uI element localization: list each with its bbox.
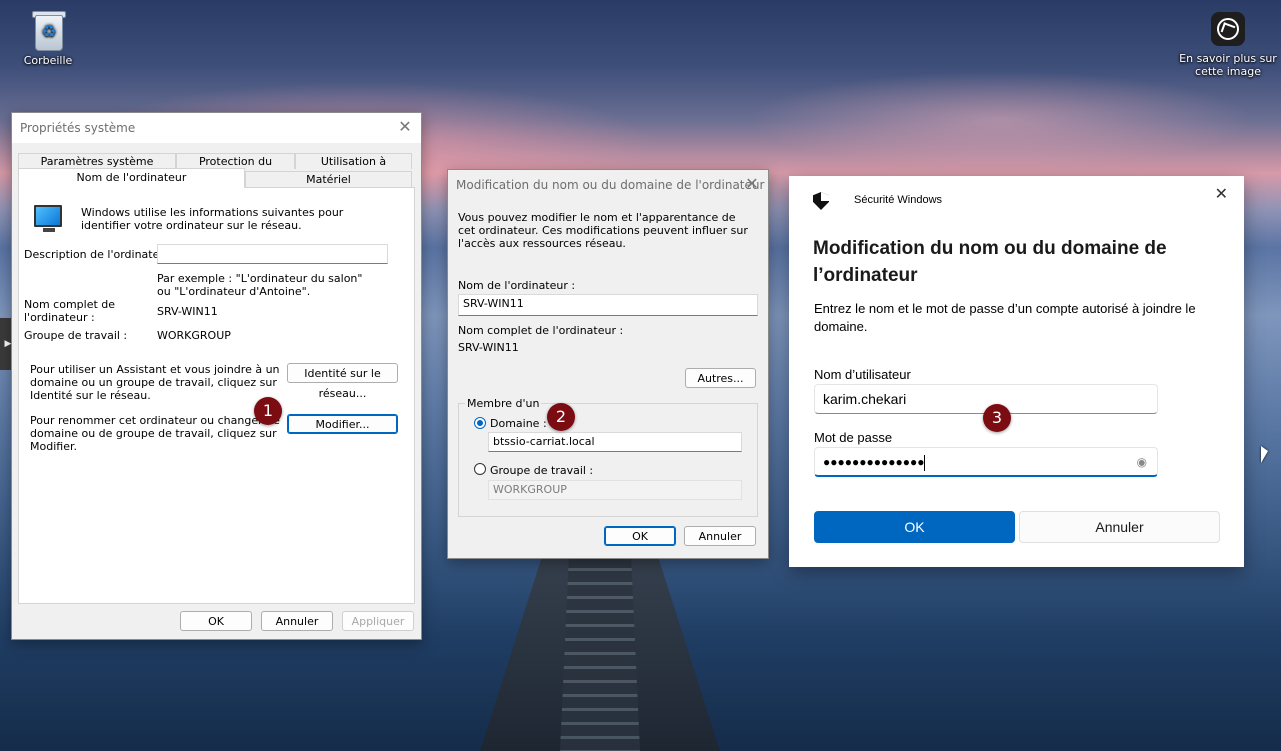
rename-intro-text: Vous pouvez modifier le nom et l'apparen… xyxy=(458,211,748,250)
more-button[interactable]: Autres... xyxy=(685,368,756,388)
wizard-text: Pour utiliser un Assistant et vous joind… xyxy=(30,363,280,402)
example-text: Par exemple : "L'ordinateur du salon" ou… xyxy=(157,272,363,298)
recycle-bin-label: Corbeille xyxy=(23,54,73,67)
rename-text: Pour renommer cet ordinateur ou changer … xyxy=(30,414,280,453)
username-label: Nom d’utilisateur xyxy=(814,367,911,382)
security-description: Entrez le nom et le mot de passe d’un co… xyxy=(814,301,1196,334)
domain-radio[interactable] xyxy=(474,417,486,429)
windows-security-dialog: Sécurité Windows ✕ Modification du nom o… xyxy=(789,176,1244,567)
text-caret xyxy=(924,454,926,471)
tab-computer-name[interactable]: Nom de l'ordinateur xyxy=(18,168,245,188)
step-marker-3: 3 xyxy=(983,404,1011,432)
rename-workgroup-label: Groupe de travail : xyxy=(490,464,594,477)
password-label: Mot de passe xyxy=(814,430,893,445)
system-properties-titlebar: Propriétés système ✕ xyxy=(12,113,421,143)
wallpaper-dock-planks xyxy=(560,540,640,751)
domain-label: Domaine : xyxy=(490,417,547,430)
shield-icon xyxy=(813,192,829,210)
camera-info-icon xyxy=(1211,12,1245,46)
network-id-button[interactable]: Identité sur le réseau... xyxy=(287,363,398,400)
full-name-label: Nom complet de l'ordinateur : xyxy=(24,298,116,324)
learn-more-shortcut[interactable]: En savoir plus sur cette image xyxy=(1178,12,1278,78)
computer-icon xyxy=(34,205,62,232)
recycle-bin-shortcut[interactable]: Corbeille xyxy=(3,10,93,67)
workgroup-value: WORKGROUP xyxy=(157,329,231,342)
rename-dialog-titlebar: Modification du nom ou du domaine de l'o… xyxy=(448,170,768,200)
tab-advanced[interactable]: Paramètres système avancés xyxy=(18,153,176,184)
rename-domain-dialog: Modification du nom ou du domaine de l'o… xyxy=(447,169,769,559)
recycle-bin-icon xyxy=(31,10,66,51)
tab-hardware[interactable]: Matériel xyxy=(245,171,412,187)
step-marker-2: 2 xyxy=(547,403,575,431)
intro-text: Windows utilise les informations suivant… xyxy=(81,206,344,232)
window-title: Propriétés système xyxy=(20,121,136,135)
system-properties-window: Propriétés système ✕ Paramètres système … xyxy=(11,112,422,640)
rename-ok-button[interactable]: OK xyxy=(604,526,676,546)
description-label: Description de l'ordinateur : xyxy=(24,248,179,261)
security-ok-button[interactable]: OK xyxy=(814,511,1015,543)
dialog-title: Modification du nom ou du domaine de l'o… xyxy=(456,178,765,192)
step-marker-1: 1 xyxy=(254,397,282,425)
rename-full-name-label: Nom complet de l'ordinateur : xyxy=(458,324,624,337)
rename-cancel-button[interactable]: Annuler xyxy=(684,526,756,546)
workgroup-input: WORKGROUP xyxy=(488,480,742,500)
apply-button: Appliquer xyxy=(342,611,414,631)
computer-name-input[interactable]: SRV-WIN11 xyxy=(458,294,758,316)
mouse-cursor xyxy=(1261,446,1268,463)
cancel-button[interactable]: Annuler xyxy=(261,611,333,631)
workgroup-label: Groupe de travail : xyxy=(24,329,128,342)
password-input[interactable]: ●●●●●●●●●●●●●● ◉ xyxy=(814,447,1158,477)
description-input[interactable] xyxy=(157,244,388,264)
modify-button[interactable]: Modifier... xyxy=(287,414,398,434)
security-app-name: Sécurité Windows xyxy=(854,194,943,206)
workgroup-radio[interactable] xyxy=(474,463,486,475)
tab-protection[interactable]: Protection du système xyxy=(176,153,295,184)
security-heading: Modification du nom ou du domaine de l’o… xyxy=(813,238,1167,286)
ok-button[interactable]: OK xyxy=(180,611,252,631)
domain-input[interactable]: btssio-carriat.local xyxy=(488,432,742,452)
member-of-legend: Membre d'un xyxy=(465,397,542,410)
reveal-password-icon[interactable]: ◉ xyxy=(1137,448,1147,476)
close-icon[interactable]: ✕ xyxy=(397,119,413,135)
rename-full-name-value: SRV-WIN11 xyxy=(458,341,519,354)
password-mask: ●●●●●●●●●●●●●● xyxy=(823,455,925,469)
computer-name-label: Nom de l'ordinateur : xyxy=(458,279,576,292)
tab-remote[interactable]: Utilisation à distance xyxy=(295,153,412,184)
full-name-value: SRV-WIN11 xyxy=(157,305,218,318)
security-cancel-button[interactable]: Annuler xyxy=(1019,511,1220,543)
close-icon[interactable]: ✕ xyxy=(744,176,760,192)
learn-more-label: En savoir plus sur cette image xyxy=(1179,52,1277,78)
close-icon[interactable]: ✕ xyxy=(1215,184,1228,204)
